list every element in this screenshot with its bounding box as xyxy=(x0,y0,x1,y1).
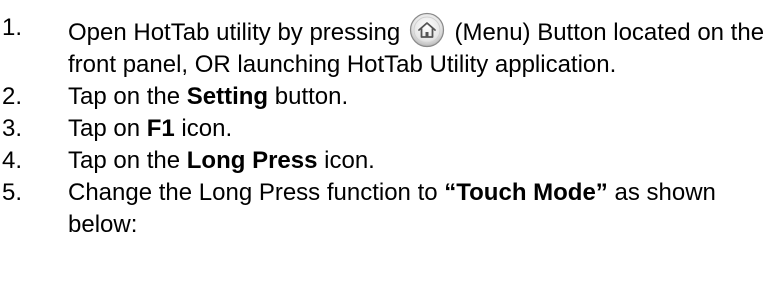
step-text: Tap on F1 icon. xyxy=(68,115,232,142)
step-text-part: icon. xyxy=(317,147,375,174)
step-number: 4. xyxy=(2,147,23,174)
step-text: Tap on the Long Press icon. xyxy=(68,147,375,174)
step-text-part: Tap on the xyxy=(68,83,187,110)
step-5: 5. Change the Long Press function to “To… xyxy=(0,177,784,241)
step-text-part: Tap on xyxy=(68,115,147,142)
step-4: 4. Tap on the Long Press icon. xyxy=(0,145,784,177)
step-text: Tap on the Setting button. xyxy=(68,83,348,110)
home-icon xyxy=(409,12,444,48)
step-text-part: icon. xyxy=(174,115,233,142)
step-1: 1. Open HotTab utility by pressing (Menu… xyxy=(0,0,784,81)
step-text-part: Open HotTab utility by pressing xyxy=(68,19,407,46)
step-number: 5. xyxy=(2,179,23,206)
step-text-part: Tap on the xyxy=(68,147,187,174)
step-text-part: Change the Long Press function to xyxy=(68,179,445,206)
instruction-steps: 1. Open HotTab utility by pressing (Menu… xyxy=(0,0,784,241)
step-text: Change the Long Press function to “Touch… xyxy=(68,179,716,238)
step-text: Open HotTab utility by pressing (Menu) B… xyxy=(68,12,764,78)
step-2: 2. Tap on the Setting button. xyxy=(0,81,784,113)
touch-mode-label: “Touch Mode” xyxy=(444,179,608,206)
f1-label: F1 xyxy=(146,115,175,142)
long-press-label: Long Press xyxy=(186,147,318,174)
step-number: 3. xyxy=(2,115,23,142)
step-number: 1. xyxy=(2,14,23,41)
setting-label: Setting xyxy=(186,83,269,110)
step-3: 3. Tap on F1 icon. xyxy=(0,113,784,145)
step-number: 2. xyxy=(2,83,23,110)
step-text-part: button. xyxy=(268,83,349,110)
